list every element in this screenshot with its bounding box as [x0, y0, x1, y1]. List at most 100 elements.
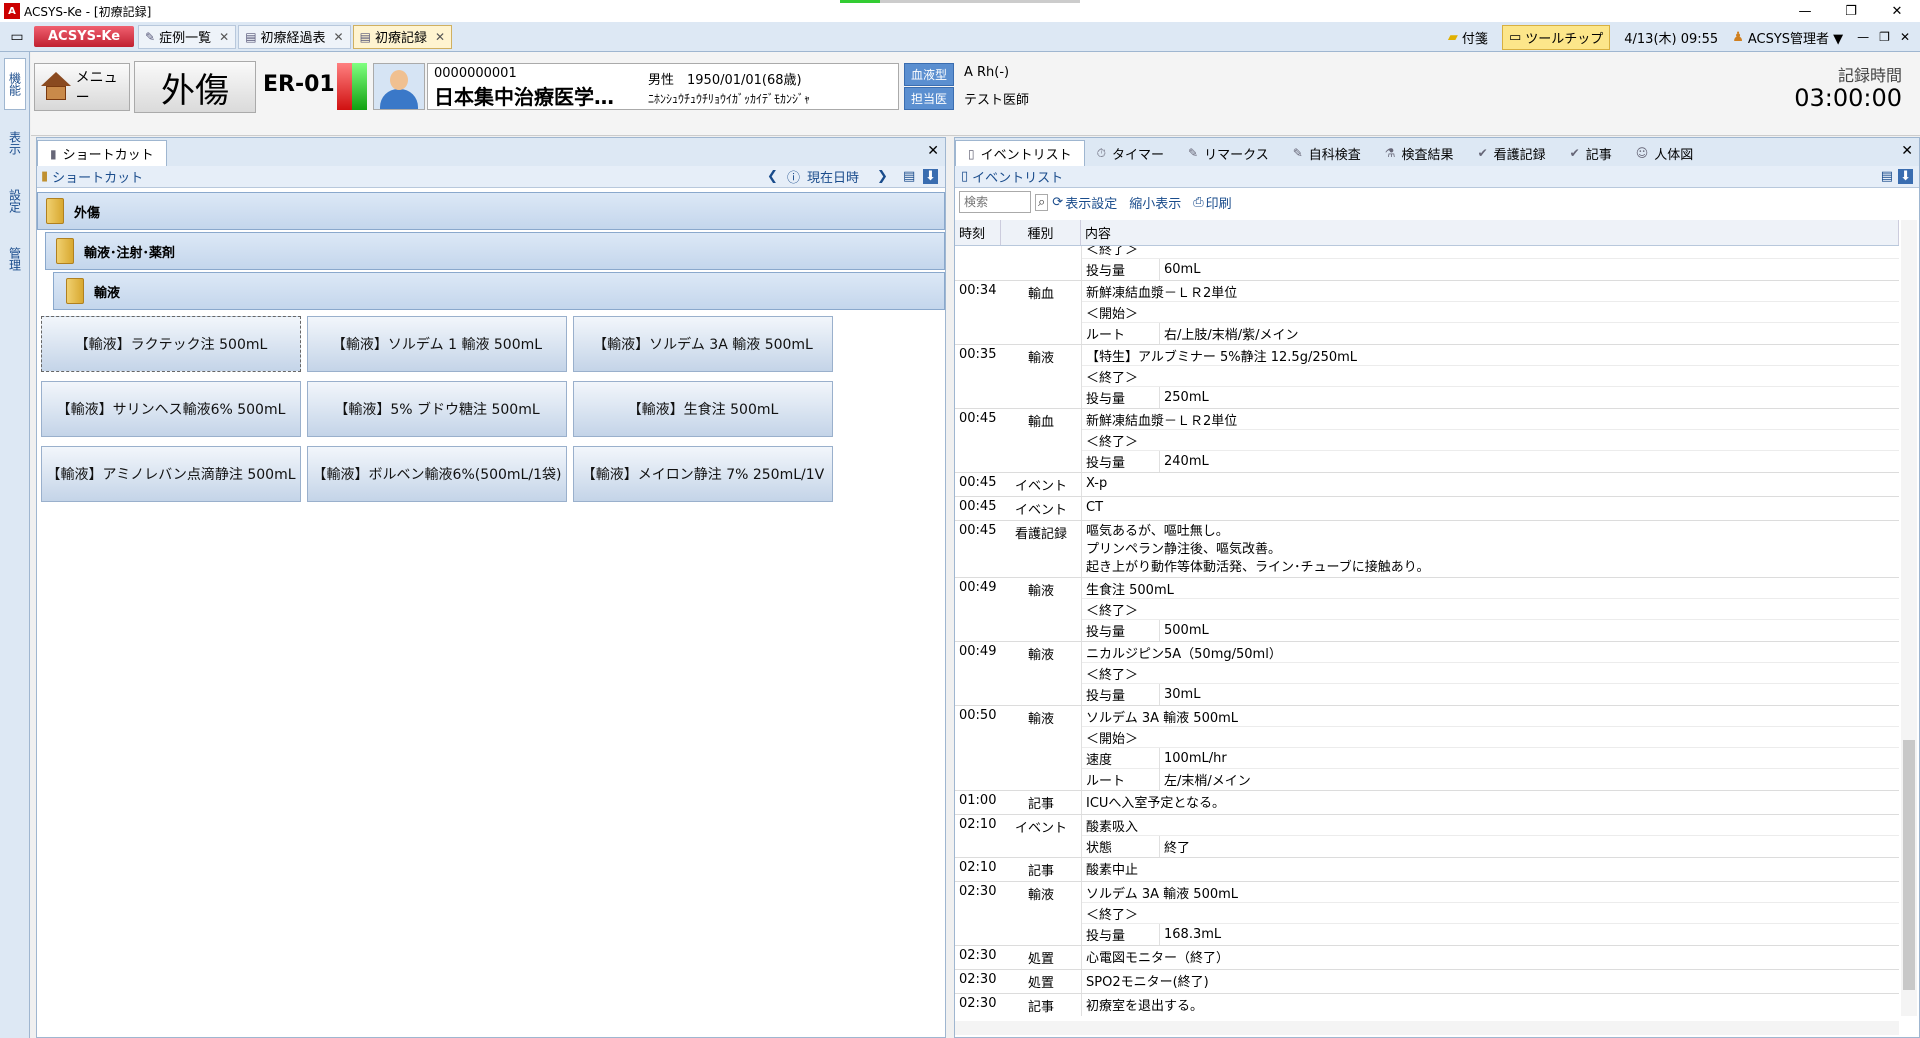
event-time: 02:30 — [959, 948, 997, 963]
shortcut-button[interactable]: 【輸液】ソルデム 1 輸液 500mL — [307, 316, 567, 372]
mdi-minimize-icon[interactable]: — — [1857, 30, 1869, 44]
tab-event-7[interactable]: ☺ 人体図 — [1624, 140, 1706, 166]
table-row[interactable]: 00:35 輸液 【特生】アルブミナー 5%静注 12.5g/250mL ＜終了＞ 投与… — [955, 345, 1899, 409]
event-kind: 輸液 — [1027, 584, 1054, 599]
tab-close-icon[interactable]: ✕ — [334, 30, 344, 44]
table-row[interactable]: 00:34 輸血 新鮮凍結血漿－ＬＲ2単位 ＜開始＞ ルート 右/上肢/末梢/紫/メイン — [955, 281, 1899, 345]
table-row[interactable]: 01:00 記事 ICUへ入室予定となる。 — [955, 791, 1899, 815]
system-menu-icon[interactable]: ▭ — [6, 26, 28, 48]
event-time: 02:30 — [959, 972, 997, 987]
patient-kana: ﾆﾎﾝｼｭｳﾁｭｳﾁﾘｮｳｲｶﾞｯｶｲﾃﾞﾓｶﾝｼﾞｬ — [648, 92, 811, 106]
sticky-note-button[interactable]: ▰ 付箋 — [1448, 28, 1488, 47]
tab-close-icon[interactable]: ✕ — [219, 30, 229, 44]
table-row[interactable]: 02:30 処置 心電図モニター（終了） — [955, 946, 1899, 970]
vertical-scrollbar[interactable] — [1901, 220, 1917, 1016]
shortcut-button[interactable]: 【輸液】アミノレバン点滴静注 500mL — [41, 446, 301, 502]
now-datetime-button[interactable]: 現在日時 — [807, 167, 859, 186]
tab-event-2[interactable]: ✎ リマークス — [1176, 140, 1281, 166]
table-row[interactable]: 00:50 輸液 ソルデム 3A 輸液 500mL ＜開始＞ 速度 100mL/hr ルート… — [955, 706, 1899, 791]
blood-type-tag: 血液型 — [904, 63, 955, 86]
tooltip-toggle-button[interactable]: ▭ ツールチップ — [1501, 24, 1611, 50]
folder-infusion-injection[interactable]: 輸液･注射･薬剤 — [45, 232, 945, 270]
tab-event-6[interactable]: ✔ 記事 — [1558, 140, 1624, 166]
column-header-kind[interactable]: 種別 — [1001, 220, 1081, 245]
patient-info-box[interactable]: 0000000001 日本集中治療医学… 男性 1950/01/01(68歳) … — [427, 63, 899, 110]
shortcut-button[interactable]: 【輸液】ボルベン輸液6%(500mL/1袋) — [307, 446, 567, 502]
tab-event-3[interactable]: ✎ 自科検査 — [1281, 140, 1373, 166]
column-header-time[interactable]: 時刻 — [955, 220, 1001, 245]
tab-event-0[interactable]: ▯ イベントリスト — [955, 140, 1085, 166]
table-row[interactable]: 02:30 記事 初療室を退出する。 — [955, 994, 1899, 1016]
event-kind — [1001, 246, 1081, 280]
pin-icon[interactable]: ⬇ — [923, 169, 938, 184]
compact-view-button[interactable]: 縮小表示 — [1129, 193, 1181, 212]
folder-infusion[interactable]: 輸液 — [53, 272, 945, 310]
table-row[interactable]: 00:49 輸液 ニカルジピン5A（50mg/50ml） ＜終了＞ 投与量 30mL — [955, 642, 1899, 706]
event-content: 酸素中止 — [1081, 858, 1899, 881]
table-row[interactable]: 02:30 処置 SPO2モニター(終了) — [955, 970, 1899, 994]
next-arrow-icon[interactable]: ❯ — [877, 169, 888, 184]
restore-icon[interactable]: ❐ — [1828, 0, 1874, 22]
brand-button[interactable]: ACSYS-Ke — [34, 26, 135, 47]
event-line: 初療室を退出する。 — [1086, 999, 1204, 1014]
shortcut-button[interactable]: 【輸液】生食注 500mL — [573, 381, 833, 437]
column-header-content[interactable]: 内容 — [1081, 220, 1899, 245]
event-line: ＜終了＞ — [1082, 903, 1899, 924]
panel-close-icon[interactable]: ✕ — [1901, 143, 1913, 159]
table-row[interactable]: 02:10 記事 酸素中止 — [955, 858, 1899, 882]
event-field-key: 投与量 — [1082, 451, 1160, 472]
tab-icon: ☺ — [1635, 146, 1649, 160]
case-category: 外傷 — [134, 61, 256, 113]
shortcut-button[interactable]: 【輸液】ソルデム 3A 輸液 500mL — [573, 316, 833, 372]
horizontal-scrollbar[interactable] — [955, 1021, 1899, 1035]
event-line: 投与量 30mL — [1082, 684, 1899, 705]
side-tab-function[interactable]: 機能 — [4, 58, 26, 110]
folder-icon: ▮ — [41, 169, 49, 184]
table-row[interactable]: 00:45 イベント X-p — [955, 473, 1899, 497]
tab-close-icon[interactable]: ✕ — [435, 30, 445, 44]
event-time: 01:00 — [959, 793, 997, 808]
shortcut-button[interactable]: 【輸液】メイロン静注 7% 250mL/1V — [573, 446, 833, 502]
event-kind: イベント — [1014, 479, 1067, 494]
list-view-icon[interactable]: ▤ — [903, 169, 915, 184]
search-icon[interactable]: ⌕ — [1035, 193, 1049, 211]
table-row[interactable]: ＜終了＞ 投与量 60mL — [955, 246, 1899, 281]
close-icon[interactable]: ✕ — [1874, 0, 1920, 22]
tab-event-4[interactable]: ⚗ 検査結果 — [1373, 140, 1466, 166]
pin-icon[interactable]: ⬇ — [1898, 169, 1913, 184]
prev-arrow-icon[interactable]: ❮ — [767, 169, 778, 184]
menu-button[interactable]: メニュー — [34, 63, 130, 111]
shortcut-button[interactable]: 【輸液】5% ブドウ糖注 500mL — [307, 381, 567, 437]
table-row[interactable]: 02:10 イベント 酸素吸入 状態 終了 — [955, 815, 1899, 858]
mdi-close-icon[interactable]: ✕ — [1900, 30, 1910, 44]
tab-case-list[interactable]: ✎ 症例一覧 ✕ — [138, 24, 237, 49]
panel-close-icon[interactable]: ✕ — [927, 143, 939, 159]
tab-progress-chart[interactable]: ▤ 初療経過表 ✕ — [238, 24, 351, 49]
print-button[interactable]: 印刷 — [1206, 193, 1232, 212]
user-menu[interactable]: ♟ ACSYS管理者 ▼ — [1732, 28, 1843, 47]
table-row[interactable]: 00:45 イベント CT — [955, 497, 1899, 521]
tab-shortcut[interactable]: ▮ ショートカット — [37, 140, 167, 166]
table-row[interactable]: 02:30 輸液 ソルデム 3A 輸液 500mL ＜終了＞ 投与量 168.3mL — [955, 882, 1899, 946]
list-view-icon[interactable]: ▤ — [1881, 169, 1893, 184]
side-tab-display[interactable]: 表示 — [4, 118, 26, 168]
event-line: 新鮮凍結血漿－ＬＲ2単位 — [1082, 281, 1899, 302]
table-row[interactable]: 00:49 輸液 生食注 500mL ＜終了＞ 投与量 500mL — [955, 578, 1899, 642]
table-row[interactable]: 00:45 看護記録 嘔気あるが、嘔吐無し。 プリンペラン静注後、嘔気改善。 起き上がり… — [955, 521, 1899, 578]
folder-trauma[interactable]: 外傷 — [37, 192, 945, 230]
event-list-breadcrumb: イベントリスト — [972, 171, 1064, 186]
table-row[interactable]: 00:45 輸血 新鮮凍結血漿－ＬＲ2単位 ＜終了＞ 投与量 240mL — [955, 409, 1899, 473]
event-field-value: 168.3mL — [1164, 927, 1222, 942]
side-tab-admin[interactable]: 管理 — [4, 234, 26, 284]
mdi-restore-icon[interactable]: ❐ — [1879, 30, 1890, 44]
shortcut-button[interactable]: 【輸液】ラクテック注 500mL — [41, 316, 301, 372]
tab-event-1[interactable]: ⏱ タイマー — [1085, 140, 1176, 166]
event-search-input[interactable] — [959, 191, 1031, 213]
tab-event-5[interactable]: ✔ 看護記録 — [1466, 140, 1558, 166]
event-field-key: 状態 — [1082, 836, 1160, 857]
shortcut-button[interactable]: 【輸液】サリンヘス輸液6% 500mL — [41, 381, 301, 437]
minimize-icon[interactable]: — — [1782, 0, 1828, 22]
side-tab-settings[interactable]: 設定 — [4, 176, 26, 226]
tab-initial-record[interactable]: ▤ 初療記録 ✕ — [352, 24, 453, 49]
display-settings-button[interactable]: 表示設定 — [1065, 193, 1117, 212]
